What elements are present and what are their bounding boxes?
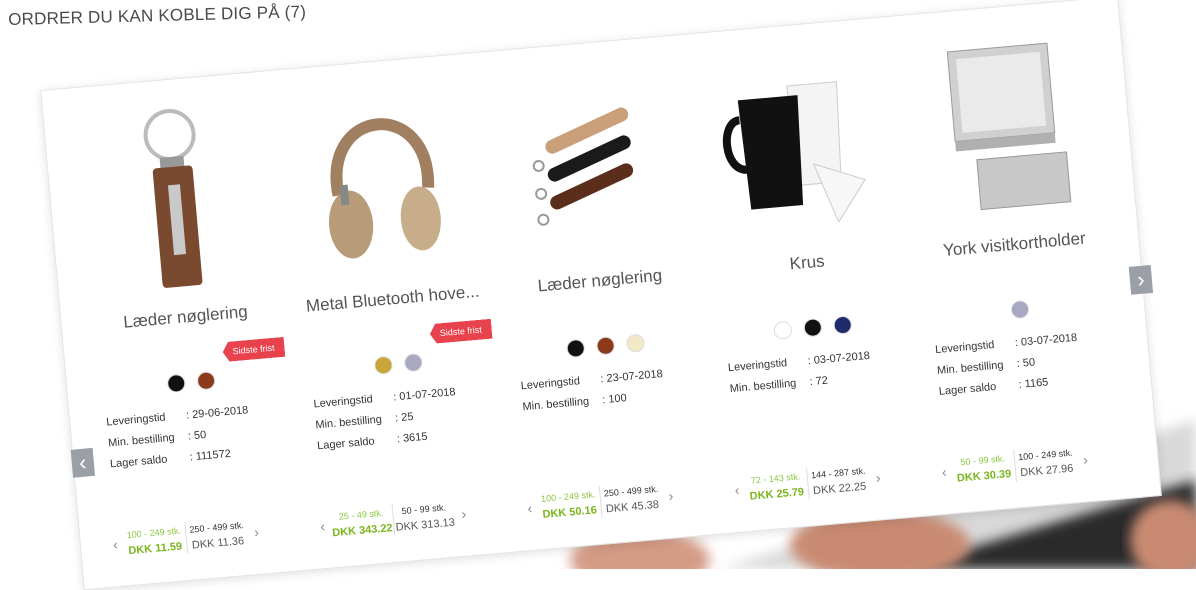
min-order-label: Min. bestilling [936, 359, 1004, 377]
tier-next-icon[interactable]: › [455, 505, 473, 522]
price-tier[interactable]: 100 - 249 stk. DKK 27.96 [1012, 444, 1079, 482]
price-tier[interactable]: 100 - 249 stk. DKK 11.59 [122, 522, 187, 559]
stock-value: : 1165 [1018, 376, 1049, 391]
product-image-keyring[interactable] [63, 91, 288, 308]
tier-prev-icon[interactable]: ‹ [935, 463, 953, 480]
product-card[interactable]: Metal Bluetooth hove... Sidste frist Lev… [270, 73, 517, 549]
delivery-label: Leveringstid [520, 375, 581, 393]
price-tiers: ‹ 72 - 143 stk. DKK 25.79 144 - 287 stk. D… [727, 461, 888, 507]
tier-prev-icon[interactable]: ‹ [314, 517, 332, 534]
color-swatch-black[interactable] [803, 317, 823, 338]
price-tiers: ‹ 100 - 249 stk. DKK 50.16 250 - 499 stk.… [520, 479, 681, 525]
tier-prev-icon[interactable]: ‹ [521, 499, 539, 516]
product-image-card-holder[interactable] [892, 19, 1117, 236]
delivery-value: : 03-07-2018 [1014, 331, 1078, 350]
delivery-value: : 03-07-2018 [807, 349, 871, 368]
color-swatch-brown[interactable] [196, 370, 216, 391]
color-swatch-brown[interactable] [595, 336, 616, 356]
price-tier[interactable]: 100 - 249 stk. DKK 50.16 [537, 486, 602, 523]
delivery-label: Leveringstid [105, 411, 167, 429]
stock-label: Lager saldo [109, 453, 168, 471]
price-tier[interactable]: 50 - 99 stk. DKK 30.39 [951, 450, 1016, 487]
product-image-mugs[interactable] [685, 37, 910, 254]
delivery-value: : 01-07-2018 [392, 386, 456, 404]
deadline-badge: Sidste frist [222, 337, 286, 362]
color-swatch-cream[interactable] [625, 333, 646, 353]
min-order-value: : 72 [809, 374, 829, 389]
tier-next-icon[interactable]: › [869, 469, 887, 486]
min-order-label: Min. bestilling [522, 395, 590, 414]
color-swatch-white[interactable] [773, 320, 793, 341]
price-tiers: ‹ 25 - 49 stk. DKK 343.22 50 - 99 stk. DKK… [313, 497, 474, 543]
tier-prev-icon[interactable]: ‹ [728, 481, 746, 498]
price-tier[interactable]: 72 - 143 stk. DKK 25.79 [744, 468, 809, 505]
color-swatch-gold[interactable] [373, 355, 394, 375]
color-swatch-navy[interactable] [832, 315, 853, 335]
tier-next-icon[interactable]: › [1076, 451, 1094, 468]
price-tiers: ‹ 50 - 99 stk. DKK 30.39 100 - 249 stk. DK… [935, 443, 1096, 489]
min-order-value: : 25 [394, 410, 414, 425]
min-order-label: Min. bestilling [729, 377, 797, 396]
price-tier[interactable]: 50 - 99 stk. DKK 313.13 [391, 498, 457, 536]
carousel-next-button[interactable]: › [1128, 264, 1154, 295]
product-image-headphones[interactable] [270, 73, 495, 290]
delivery-value: : 23-07-2018 [600, 367, 664, 386]
delivery-label: Leveringstid [934, 338, 995, 357]
stock-label: Lager saldo [316, 435, 376, 453]
color-swatch-black[interactable] [166, 373, 187, 394]
delivery-label: Leveringstid [313, 393, 374, 411]
product-card[interactable]: Læder nøglering Leveringstid: 23-07-2018… [477, 55, 724, 531]
min-order-label: Min. bestilling [107, 431, 176, 450]
price-tier[interactable]: 25 - 49 stk. DKK 343.22 [330, 504, 395, 541]
price-tier[interactable]: 250 - 499 stk. DKK 45.38 [598, 480, 665, 518]
min-order-value: : 50 [1016, 356, 1036, 371]
price-tiers: ‹ 100 - 249 stk. DKK 11.59 250 - 499 stk.… [106, 515, 267, 561]
stock-label: Lager saldo [938, 380, 997, 398]
product-card[interactable]: York visitkortholder Leveringstid: 03-07… [892, 19, 1139, 495]
product-card[interactable]: Krus Leveringstid: 03-07-2018 Min. besti… [685, 37, 932, 513]
color-swatch-black[interactable] [565, 338, 586, 359]
carousel-prev-button[interactable]: ‹ [70, 447, 96, 478]
tier-prev-icon[interactable]: ‹ [106, 536, 124, 553]
delivery-value: : 29-06-2018 [185, 404, 249, 422]
product-image-leather-keyrings[interactable] [477, 55, 702, 272]
deadline-badge: Sidste frist [429, 319, 493, 344]
color-swatch-lilac[interactable] [1010, 299, 1030, 320]
product-card[interactable]: Læder nøglering Sidste frist Leveringsti… [63, 91, 310, 567]
price-tier[interactable]: 250 - 499 stk. DKK 11.36 [184, 516, 250, 555]
tier-next-icon[interactable]: › [248, 523, 266, 540]
stock-value: : 111572 [189, 447, 232, 464]
min-order-label: Min. bestilling [314, 413, 383, 432]
delivery-label: Leveringstid [727, 357, 788, 375]
tier-next-icon[interactable]: › [662, 487, 680, 504]
stock-value: : 3615 [396, 430, 428, 446]
color-swatch-lilac[interactable] [403, 352, 424, 373]
price-tier[interactable]: 144 - 287 stk. DKK 22.25 [805, 462, 872, 500]
products-carousel: ‹ › Læder nøglering Sidste frist Leverin… [40, 0, 1162, 590]
min-order-value: : 50 [187, 428, 207, 443]
min-order-value: : 100 [601, 392, 628, 407]
